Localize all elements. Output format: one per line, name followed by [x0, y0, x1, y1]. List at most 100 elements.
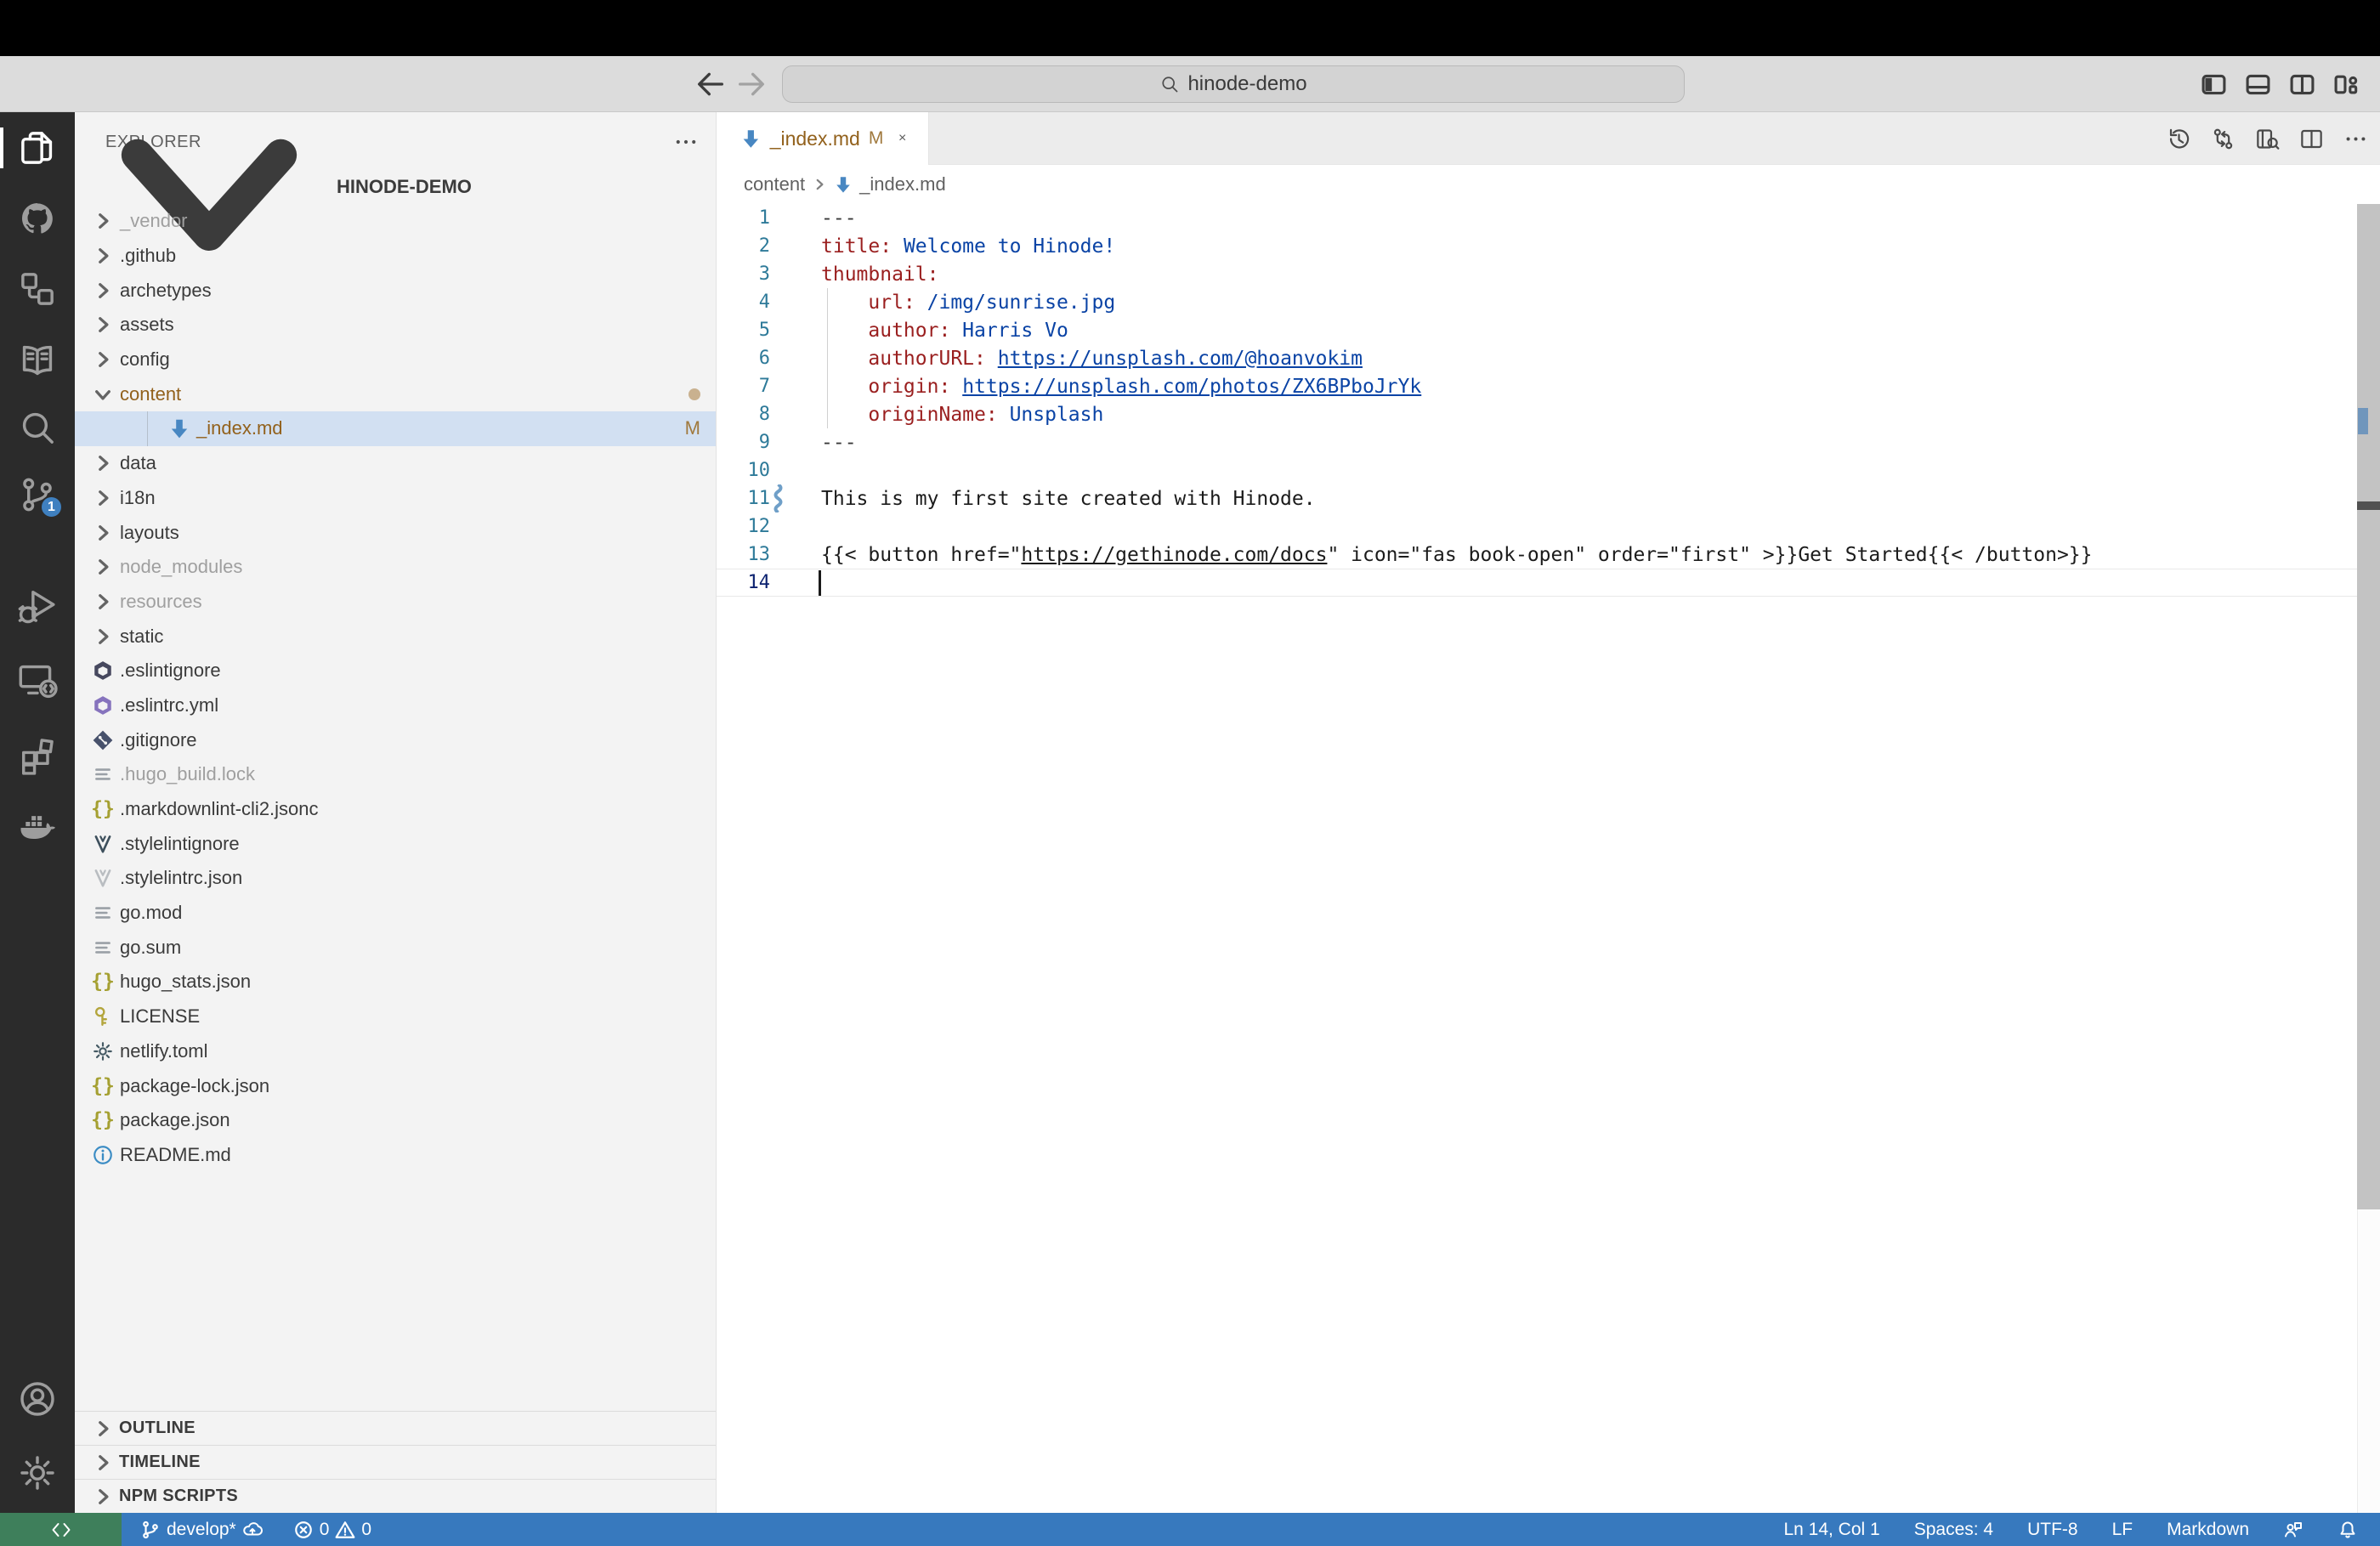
close-icon[interactable]: × [892, 127, 913, 150]
tree-item-i18n[interactable]: i18n [75, 481, 716, 516]
code-line-7[interactable]: 7 origin: https://unsplash.com/photos/ZX… [717, 372, 2380, 400]
toggle-secondary-sidebar-icon[interactable] [2289, 71, 2315, 98]
code-line-12[interactable]: 12 [717, 513, 2380, 541]
tree-item-static[interactable]: static [75, 619, 716, 654]
breadcrumb-item[interactable]: _index.md [859, 173, 946, 195]
toggle-panel-icon[interactable] [2245, 71, 2271, 98]
status-indentation[interactable]: Spaces: 4 [1906, 1513, 2002, 1546]
activity-remote-explorer-icon[interactable] [17, 660, 58, 700]
back-arrow[interactable] [694, 67, 728, 101]
activity-accounts-icon[interactable] [17, 1379, 58, 1419]
tree-root-hinode-demo[interactable]: HINODE-DEMO [75, 170, 716, 204]
tree-item-.hugo_build.lock[interactable]: .hugo_build.lock [75, 757, 716, 792]
status-feedback[interactable] [2275, 1513, 2312, 1546]
tree-item-package.json[interactable]: {}package.json [75, 1103, 716, 1138]
activity-extensions-icon[interactable] [17, 734, 58, 775]
tree-item-.stylelintrc.json[interactable]: .stylelintrc.json [75, 861, 716, 896]
code-line-6[interactable]: 6 authorURL: https://unsplash.com/@hoanv… [717, 344, 2380, 372]
breadcrumb-item[interactable]: content [744, 173, 805, 195]
tree-item-node_modules[interactable]: node_modules [75, 550, 716, 585]
split-editor-icon[interactable] [2299, 127, 2324, 151]
status-eol[interactable]: LF [2104, 1513, 2142, 1546]
tree-item-netlify.toml[interactable]: netlify.toml [75, 1034, 716, 1069]
customize-layout-icon[interactable] [2333, 71, 2360, 98]
command-center-search[interactable]: hinode-demo [782, 65, 1685, 103]
activity-search-icon[interactable] [17, 407, 58, 448]
activity-docker-icon[interactable] [17, 807, 58, 847]
scm-changes-badge: 1 [40, 496, 63, 518]
panel-timeline[interactable]: TIMELINE [75, 1445, 716, 1479]
more-actions-icon[interactable] [673, 133, 699, 151]
activity-run-and-debug-icon[interactable] [17, 586, 58, 626]
line-number: 4 [717, 292, 770, 313]
modified-line-marker [773, 484, 784, 513]
tree-item-_vendor[interactable]: _vendor [75, 204, 716, 239]
tree-item-label: README.md [120, 1144, 231, 1166]
tree-item-.stylelintignore[interactable]: .stylelintignore [75, 826, 716, 861]
code-line-14[interactable]: 14 [717, 569, 2380, 597]
open-preview-icon[interactable] [2255, 127, 2280, 151]
tree-item-content[interactable]: content [75, 377, 716, 411]
tree-item-hugo_stats.json[interactable]: {}hugo_stats.json [75, 965, 716, 1000]
tree-item-README.md[interactable]: README.md [75, 1138, 716, 1173]
tree-item-layouts[interactable]: layouts [75, 515, 716, 550]
panel-outline[interactable]: OUTLINE [75, 1411, 716, 1445]
code-line-8[interactable]: 8 originName: Unsplash [717, 400, 2380, 428]
status-branch[interactable]: develop* [132, 1513, 271, 1546]
timeline-history-icon[interactable] [2167, 127, 2191, 151]
status-language-mode[interactable]: Markdown [2158, 1513, 2258, 1546]
code-line-9[interactable]: 9--- [717, 428, 2380, 456]
status-encoding[interactable]: UTF-8 [2019, 1513, 2087, 1546]
tree-item-.gitignore[interactable]: .gitignore [75, 722, 716, 757]
forward-arrow[interactable] [734, 67, 768, 101]
breadcrumb: content _index.md [717, 165, 2380, 204]
tree-item-archetypes[interactable]: archetypes [75, 273, 716, 308]
editor-scrollbar-thumb[interactable] [2357, 204, 2380, 1209]
tree-item-_index.md[interactable]: _index.mdM [75, 411, 716, 446]
tree-item-label: go.sum [120, 937, 181, 959]
status-notifications[interactable] [2329, 1513, 2366, 1546]
tree-item-resources[interactable]: resources [75, 585, 716, 620]
tree-item-go.mod[interactable]: go.mod [75, 896, 716, 931]
code-line-10[interactable]: 10 [717, 456, 2380, 484]
token: Welcome to Hinode! [892, 235, 1115, 258]
code-text: origin: https://unsplash.com/photos/ZX6B… [821, 376, 1421, 398]
tree-item-data[interactable]: data [75, 446, 716, 481]
tab-index-md[interactable]: _index.md M × [717, 112, 929, 165]
tree-item-.markdownlint-cli2.jsonc[interactable]: {}.markdownlint-cli2.jsonc [75, 792, 716, 827]
code-line-5[interactable]: 5 author: Harris Vo [717, 316, 2380, 344]
code-line-13[interactable]: 13{{< button href="https://gethinode.com… [717, 541, 2380, 569]
activity-github-icon[interactable] [17, 198, 58, 239]
status-problems[interactable]: 00 [285, 1513, 380, 1546]
activity-docs-book-icon[interactable] [17, 340, 58, 381]
code-text: url: /img/sunrise.jpg [821, 292, 1115, 314]
tree-item-package-lock.json[interactable]: {}package-lock.json [75, 1068, 716, 1103]
cloud-up-icon [242, 1520, 263, 1540]
more-actions-icon[interactable] [2343, 127, 2368, 151]
activity-hierarchy-icon[interactable] [17, 269, 58, 309]
code-line-11[interactable]: 11This is my first site created with Hin… [717, 484, 2380, 513]
activity-settings-icon[interactable] [17, 1453, 58, 1493]
code-editor[interactable]: 1---2title: Welcome to Hinode!3thumbnail… [717, 204, 2380, 1513]
activity-explorer-icon[interactable] [17, 127, 58, 168]
panel-npm-scripts[interactable]: NPM SCRIPTS [75, 1479, 716, 1513]
code-line-1[interactable]: 1--- [717, 204, 2380, 232]
status-bar: develop* 00 Ln 14, Col 1 Spaces: 4 UTF-8 LF M… [0, 1513, 2380, 1546]
tree-item-.eslintignore[interactable]: .eslintignore [75, 654, 716, 688]
stylelint-dark-icon [92, 833, 114, 855]
code-line-2[interactable]: 2title: Welcome to Hinode! [717, 232, 2380, 260]
chevron-right-icon [92, 452, 114, 474]
status-cursor-position[interactable]: Ln 14, Col 1 [1775, 1513, 1888, 1546]
tree-item-assets[interactable]: assets [75, 308, 716, 343]
tree-item-.github[interactable]: .github [75, 239, 716, 274]
open-changes-icon[interactable] [2211, 127, 2236, 151]
toggle-primary-sidebar-icon[interactable] [2201, 71, 2227, 98]
activity-source-control-icon[interactable]: 1 [17, 474, 58, 515]
code-line-4[interactable]: 4 url: /img/sunrise.jpg [717, 288, 2380, 316]
tree-item-.eslintrc.yml[interactable]: .eslintrc.yml [75, 688, 716, 723]
tree-item-config[interactable]: config [75, 343, 716, 377]
code-line-3[interactable]: 3thumbnail: [717, 260, 2380, 288]
tree-item-go.sum[interactable]: go.sum [75, 930, 716, 965]
remote-indicator[interactable] [0, 1513, 122, 1546]
tree-item-LICENSE[interactable]: LICENSE [75, 1000, 716, 1034]
